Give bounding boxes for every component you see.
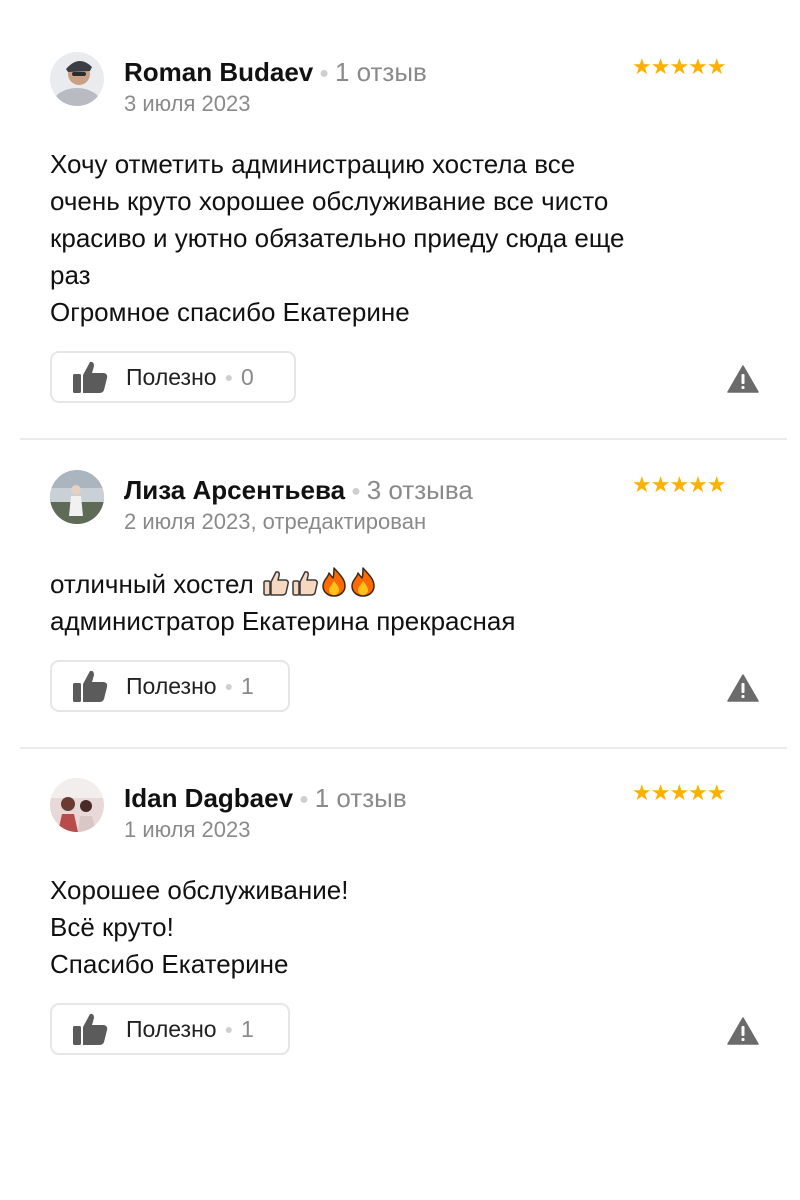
useful-label: Полезно — [126, 1015, 217, 1042]
review-text: Хорошее обслуживание! Всё круто! Спасибо… — [50, 872, 760, 983]
avatar[interactable] — [50, 52, 104, 106]
rating-stars: ★★★★★ — [632, 472, 727, 497]
thumbs-up-icon — [73, 361, 108, 393]
useful-button[interactable]: Полезно ● 1 — [50, 660, 290, 712]
separator-dot: ● — [351, 483, 361, 500]
review-divider — [20, 438, 787, 440]
review-date: 2 июля 2023, отредактирован — [124, 509, 427, 534]
fire-icon — [351, 567, 375, 597]
thumbs-up-icon — [263, 571, 289, 596]
review-text: отличный хостел администратор Екатерина … — [50, 566, 760, 640]
review-text-line: раз — [50, 260, 91, 290]
thumbs-up-icon — [73, 1013, 108, 1045]
separator-dot: ● — [319, 65, 329, 82]
avatar[interactable] — [50, 470, 104, 524]
author-name[interactable]: Лиза Арсентьева — [124, 475, 345, 505]
avatar[interactable] — [50, 778, 104, 832]
author-review-count[interactable]: 3 отзыва — [367, 475, 473, 505]
useful-label: Полезно — [126, 672, 217, 699]
review-text-line: Хочу отметить администрацию хостела все — [50, 149, 576, 179]
review-text-line: Огромное спасибо Екатерине — [50, 297, 410, 327]
separator-dot: ● — [224, 1021, 234, 1037]
review-text-line: администратор Екатерина прекрасная — [50, 606, 516, 636]
review-text-line: отличный хостел — [50, 566, 760, 603]
thumbs-up-icon — [73, 670, 108, 702]
useful-button[interactable]: Полезно ● 0 — [50, 351, 296, 403]
author-name[interactable]: Roman Budaev — [124, 57, 313, 87]
review-text-line: красиво и уютно обязательно приеду сюда … — [50, 223, 625, 253]
review-text-line: очень круто хорошее обслуживание все чис… — [50, 186, 609, 216]
thumbs-up-icon — [292, 571, 318, 596]
rating-stars: ★★★★★ — [632, 780, 727, 805]
author-review-count[interactable]: 1 отзыв — [315, 783, 407, 813]
useful-count: 1 — [241, 672, 254, 699]
review-date: 1 июля 2023 — [124, 817, 251, 842]
rating-stars: ★★★★★ — [632, 54, 727, 79]
review-divider — [20, 747, 787, 749]
useful-count: 1 — [241, 1015, 254, 1042]
author-line: Idan Dagbaev ● 1 отзыв — [124, 782, 407, 816]
review-text-segment: отличный хостел — [50, 569, 254, 599]
useful-count: 0 — [241, 363, 254, 390]
useful-button[interactable]: Полезно ● 1 — [50, 1003, 290, 1055]
report-warning-icon[interactable] — [727, 365, 759, 393]
separator-dot: ● — [224, 369, 234, 385]
author-name[interactable]: Idan Dagbaev — [124, 783, 293, 813]
author-line: Roman Budaev ● 1 отзыв — [124, 56, 427, 90]
useful-label: Полезно — [126, 363, 217, 390]
report-warning-icon[interactable] — [727, 1017, 759, 1045]
author-review-count[interactable]: 1 отзыв — [335, 57, 427, 87]
review-text-line: Спасибо Екатерине — [50, 949, 289, 979]
review-text-line: Всё круто! — [50, 912, 174, 942]
fire-icon — [322, 567, 346, 597]
report-warning-icon[interactable] — [727, 674, 759, 702]
review-text-line: Хорошее обслуживание! — [50, 875, 349, 905]
separator-dot: ● — [299, 791, 309, 808]
separator-dot: ● — [224, 678, 234, 694]
review-text: Хочу отметить администрацию хостела все … — [50, 146, 760, 331]
review-date: 3 июля 2023 — [124, 91, 251, 116]
author-line: Лиза Арсентьева ● 3 отзыва — [124, 474, 473, 508]
